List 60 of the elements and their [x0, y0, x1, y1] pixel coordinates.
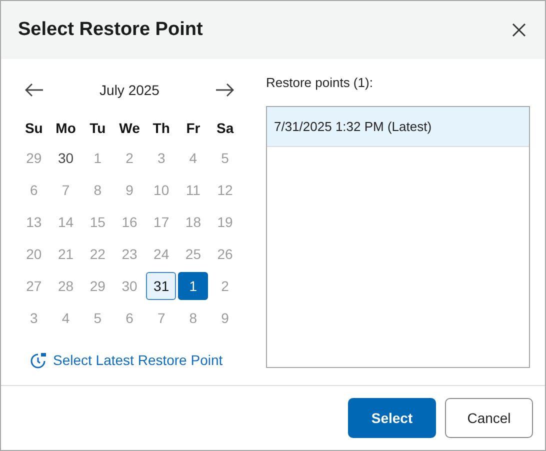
- calendar-day[interactable]: 16: [114, 208, 144, 236]
- calendar-day[interactable]: 22: [82, 240, 113, 268]
- calendar-day[interactable]: 29: [82, 272, 113, 300]
- calendar-day[interactable]: 27: [18, 272, 49, 300]
- restore-points-label: Restore points (1):: [266, 74, 374, 92]
- calendar-day[interactable]: 30: [50, 144, 81, 172]
- select-button[interactable]: Select: [348, 398, 436, 438]
- calendar-day[interactable]: 26: [210, 240, 240, 268]
- calendar-day[interactable]: 20: [18, 240, 49, 268]
- weekday-label: Tu: [88, 118, 107, 138]
- calendar-day[interactable]: 6: [114, 304, 144, 332]
- select-latest-link[interactable]: Select Latest Restore Point: [53, 350, 223, 371]
- calendar-day[interactable]: 11: [178, 176, 208, 204]
- calendar-day[interactable]: 18: [178, 208, 208, 236]
- calendar-day[interactable]: 2: [210, 272, 240, 300]
- previous-month-arrow-icon[interactable]: [24, 83, 44, 97]
- weekday-label: We: [118, 118, 141, 138]
- calendar-day[interactable]: 8: [178, 304, 208, 332]
- calendar-day[interactable]: 14: [50, 208, 81, 236]
- close-icon[interactable]: [511, 22, 527, 38]
- calendar-day[interactable]: 25: [178, 240, 208, 268]
- calendar-day[interactable]: 24: [146, 240, 176, 268]
- month-label: July 2025: [100, 80, 160, 100]
- calendar-day[interactable]: 2: [114, 144, 144, 172]
- calendar-day[interactable]: 23: [114, 240, 144, 268]
- calendar-day[interactable]: 8: [82, 176, 113, 204]
- calendar-day[interactable]: 9: [114, 176, 144, 204]
- calendar-day[interactable]: 31: [146, 272, 176, 300]
- calendar-day[interactable]: 6: [18, 176, 49, 204]
- next-month-arrow-icon[interactable]: [215, 83, 235, 97]
- calendar-day[interactable]: 13: [18, 208, 49, 236]
- weekday-label: Mo: [54, 118, 77, 138]
- calendar-day[interactable]: 7: [146, 304, 176, 332]
- calendar-day[interactable]: 28: [50, 272, 81, 300]
- calendar-day[interactable]: 10: [146, 176, 176, 204]
- cancel-button[interactable]: Cancel: [445, 398, 533, 438]
- weekday-label: Fr: [185, 118, 202, 138]
- calendar-day[interactable]: 21: [50, 240, 81, 268]
- calendar-day[interactable]: 5: [210, 144, 240, 172]
- calendar-day[interactable]: 1: [82, 144, 113, 172]
- calendar-day[interactable]: 3: [146, 144, 176, 172]
- weekday-label: Th: [152, 118, 171, 138]
- calendar-day[interactable]: 30: [114, 272, 144, 300]
- calendar-day[interactable]: 7: [50, 176, 81, 204]
- restore-point-item[interactable]: 7/31/2025 1:32 PM (Latest): [267, 107, 529, 147]
- calendar-day[interactable]: 9: [210, 304, 240, 332]
- dialog-title: Select Restore Point: [18, 18, 203, 42]
- calendar-day[interactable]: 1: [178, 272, 208, 300]
- calendar-day[interactable]: 4: [178, 144, 208, 172]
- calendar-day[interactable]: 5: [82, 304, 113, 332]
- weekday-label: Sa: [216, 118, 235, 138]
- calendar-day[interactable]: 29: [18, 144, 49, 172]
- calendar-day[interactable]: 19: [210, 208, 240, 236]
- calendar-day[interactable]: 17: [146, 208, 176, 236]
- weekday-label: Su: [24, 118, 44, 138]
- clock-flag-icon: [29, 352, 47, 370]
- calendar-day[interactable]: 3: [18, 304, 49, 332]
- calendar-day[interactable]: 12: [210, 176, 240, 204]
- calendar-day[interactable]: 4: [50, 304, 81, 332]
- calendar-day[interactable]: 15: [82, 208, 113, 236]
